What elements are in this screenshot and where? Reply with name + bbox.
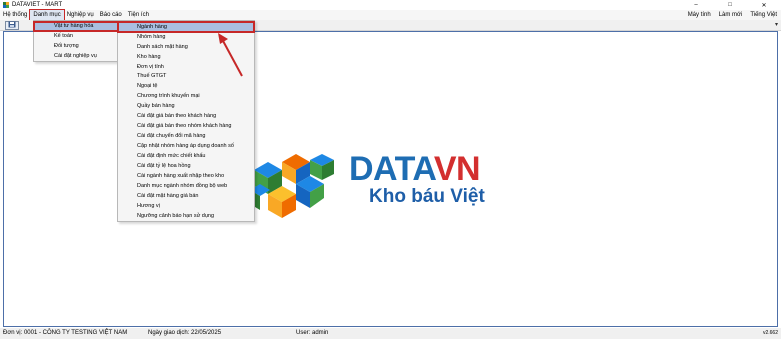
menu-may-tinh[interactable]: Máy tính xyxy=(684,10,715,20)
datavn-cube-logo xyxy=(248,150,340,222)
submenu-item-chuong-trinh-khuyen-mai[interactable]: Chương trình khuyến mại xyxy=(118,92,254,101)
brand-name: DATAVN xyxy=(349,150,481,188)
menu-item-label: Cài đặt nghiệp vụ xyxy=(54,53,97,59)
status-transaction-date: Ngày giao dịch: 22/05/2025 xyxy=(148,330,222,336)
menu-item-vat-tu-hang-hoa[interactable]: Vật tư hàng hóa ▸ xyxy=(33,21,131,32)
minimize-button[interactable]: – xyxy=(679,0,713,10)
submenu-item-ngoai-te[interactable]: Ngoại tệ xyxy=(118,82,254,91)
status-version: v2.662 xyxy=(762,330,778,336)
menu-item-label: Kế toán xyxy=(54,33,73,39)
menu-lam-moi[interactable]: Làm mới xyxy=(715,10,747,20)
submenu-item-nhom-hang-doanh-so[interactable]: Cập nhật nhóm hàng áp dụng doanh số xyxy=(118,142,254,151)
submenu-item-huong-vi[interactable]: Hương vị xyxy=(118,202,254,211)
submenu-item-canh-bao-han-su-dung[interactable]: Ngưỡng cảnh báo hạn sử dụng xyxy=(118,212,254,221)
window-title: DATAVIET - MART xyxy=(12,2,63,8)
brand-slogan: Kho báu Việt xyxy=(369,186,485,207)
submenu-item-mat-hang-gia-ban[interactable]: Cài đặt mặt hàng giá bán xyxy=(118,192,254,201)
menu-item-ke-toan[interactable]: Kế toán ▸ xyxy=(34,32,130,41)
menu-tien-ich[interactable]: Tiện ích xyxy=(125,10,152,20)
submenu-item-chuyen-doi-ma-hang[interactable]: Cài đặt chuyển đổi mã hàng xyxy=(118,132,254,141)
brand-name-data: DATA xyxy=(349,150,434,188)
status-unit: Đơn vị: 0001 - CÔNG TY TESTING VIỆT NAM xyxy=(3,330,128,336)
menu-bar: Hệ thống Danh mục Nghiệp vụ Báo cáo Tiện… xyxy=(0,9,781,21)
menu-bao-cao[interactable]: Báo cáo xyxy=(97,10,125,20)
annotation-arrow-icon xyxy=(212,30,248,80)
submenu-item-gia-ban-nhom-khach-hang[interactable]: Cài đặt giá bán theo nhóm khách hàng xyxy=(118,122,254,131)
menu-nghiep-vu[interactable]: Nghiệp vụ xyxy=(64,10,97,20)
submenu-item-gia-ban-khach-hang[interactable]: Cài đặt giá bán theo khách hàng xyxy=(118,112,254,121)
menu-item-label: Vật tư hàng hóa xyxy=(54,23,94,29)
menu-he-thong[interactable]: Hệ thống xyxy=(0,10,30,20)
submenu-item-dong-bo-web[interactable]: Danh mục ngành nhóm đồng bộ web xyxy=(118,182,254,191)
submenu-item-nganh-hang-xuat-nhap[interactable]: Cài ngành hàng xuất nhập theo kho xyxy=(118,172,254,181)
maximize-button[interactable]: □ xyxy=(713,0,747,10)
submenu-item-dinh-muc-chiet-khau[interactable]: Cài đặt định mức chiết khấu xyxy=(118,152,254,161)
title-bar: DATAVIET - MART – □ ✕ xyxy=(0,0,781,10)
floppy-disk-icon xyxy=(8,21,16,30)
app-logo-icon xyxy=(3,2,9,8)
submenu-item-ty-le-hoa-hong[interactable]: Cài đặt tỷ lệ hoa hồng xyxy=(118,162,254,171)
status-user: User: admin xyxy=(296,330,329,336)
close-button[interactable]: ✕ xyxy=(747,0,781,10)
menu-item-doi-tuong[interactable]: Đối tượng ▸ xyxy=(34,42,130,51)
menu-danh-muc[interactable]: Danh mục xyxy=(29,9,65,21)
menu-item-label: Đối tượng xyxy=(54,43,79,49)
brand-name-vn: VN xyxy=(433,150,481,188)
status-bar: Đơn vị: 0001 - CÔNG TY TESTING VIỆT NAM … xyxy=(0,328,781,339)
menu-language[interactable]: Tiếng Việt xyxy=(746,10,781,20)
menu-item-cai-dat-nghiep-vu[interactable]: Cài đặt nghiệp vụ ▸ xyxy=(34,52,130,61)
save-button[interactable] xyxy=(5,21,19,30)
submenu-item-quay-ban-hang[interactable]: Quầy bán hàng xyxy=(118,102,254,111)
toolbar-expand-icon[interactable]: ▾ xyxy=(775,21,778,28)
